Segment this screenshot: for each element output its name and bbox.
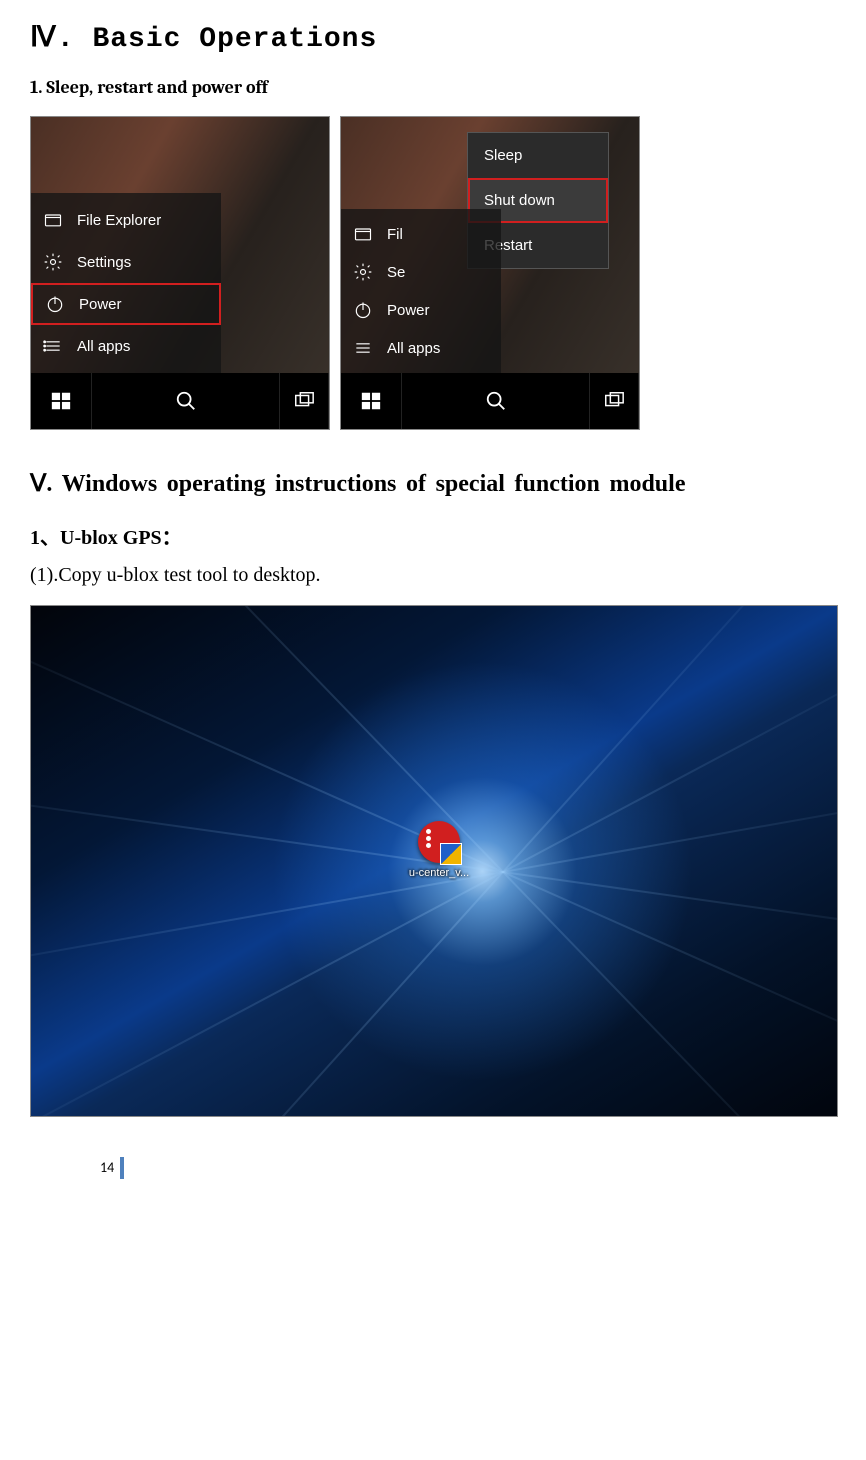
menu-item-power[interactable]: Power	[31, 283, 221, 325]
start-button[interactable]	[31, 373, 92, 429]
task-view-icon	[293, 390, 315, 412]
menu-item-settings[interactable]: Settings	[31, 241, 221, 283]
menu-item-label: All apps	[77, 338, 130, 355]
menu-item-settings[interactable]: Se	[341, 253, 501, 291]
menu-item-label: File Explorer	[77, 212, 161, 229]
menu-item-power[interactable]: Power	[341, 291, 501, 329]
task-view-button[interactable]	[590, 373, 639, 429]
file-explorer-icon	[43, 210, 63, 230]
start-button[interactable]	[341, 373, 402, 429]
section-4-title: Ⅳ. Basic Operations	[30, 20, 836, 55]
desktop-icon-label: u-center_v...	[404, 867, 474, 879]
step-1-text: (1).Copy u-blox test tool to desktop.	[30, 564, 836, 587]
power-icon	[45, 294, 65, 314]
screenshot-power-submenu: Sleep Shut down Restart Fil Se	[340, 116, 640, 430]
section-4-sub-1: 1. Sleep, restart and power off	[30, 77, 836, 98]
taskbar	[31, 373, 329, 429]
menu-item-label: Power	[387, 302, 430, 319]
power-icon	[353, 300, 373, 320]
taskbar	[341, 373, 639, 429]
section-5-sub-1: 1、U-blox GPS：	[30, 521, 836, 550]
menu-item-file-explorer[interactable]: File Explorer	[31, 199, 221, 241]
search-icon	[175, 390, 197, 412]
all-apps-icon	[43, 336, 63, 356]
search-button[interactable]	[92, 373, 280, 429]
power-option-sleep[interactable]: Sleep	[468, 133, 608, 178]
page-number-bar	[120, 1157, 124, 1179]
section-5-title: Ⅴ. Windows operating instructions of spe…	[30, 458, 836, 511]
start-menu-list: Fil Se Power All apps	[341, 209, 501, 373]
search-icon	[485, 390, 507, 412]
light-beam	[30, 779, 838, 989]
gear-icon	[43, 252, 63, 272]
file-explorer-icon	[353, 224, 373, 244]
all-apps-icon	[353, 338, 373, 358]
task-view-button[interactable]	[280, 373, 329, 429]
menu-item-file-explorer[interactable]: Fil	[341, 215, 501, 253]
start-menu-list: File Explorer Settings Power All apps	[31, 193, 221, 373]
menu-item-label: All apps	[387, 340, 440, 357]
menu-item-label: Fil	[387, 226, 403, 243]
menu-item-all-apps[interactable]: All apps	[31, 325, 221, 367]
windows-icon	[360, 390, 382, 412]
search-button[interactable]	[402, 373, 590, 429]
screenshot-start-menu-power: File Explorer Settings Power All apps	[30, 116, 330, 430]
gear-icon	[353, 262, 373, 282]
desktop-icon-u-center[interactable]: u-center_v...	[404, 821, 474, 879]
screenshot-desktop: u-center_v...	[30, 605, 838, 1117]
menu-item-label: Se	[387, 264, 405, 281]
page-number: 14	[100, 1157, 836, 1179]
u-center-icon	[418, 821, 460, 863]
task-view-icon	[603, 390, 625, 412]
page-number-value: 14	[100, 1159, 114, 1176]
menu-item-label: Power	[79, 296, 122, 313]
menu-item-all-apps[interactable]: All apps	[341, 329, 501, 367]
windows-icon	[50, 390, 72, 412]
screenshot-row: File Explorer Settings Power All apps	[30, 116, 836, 430]
menu-item-label: Settings	[77, 254, 131, 271]
